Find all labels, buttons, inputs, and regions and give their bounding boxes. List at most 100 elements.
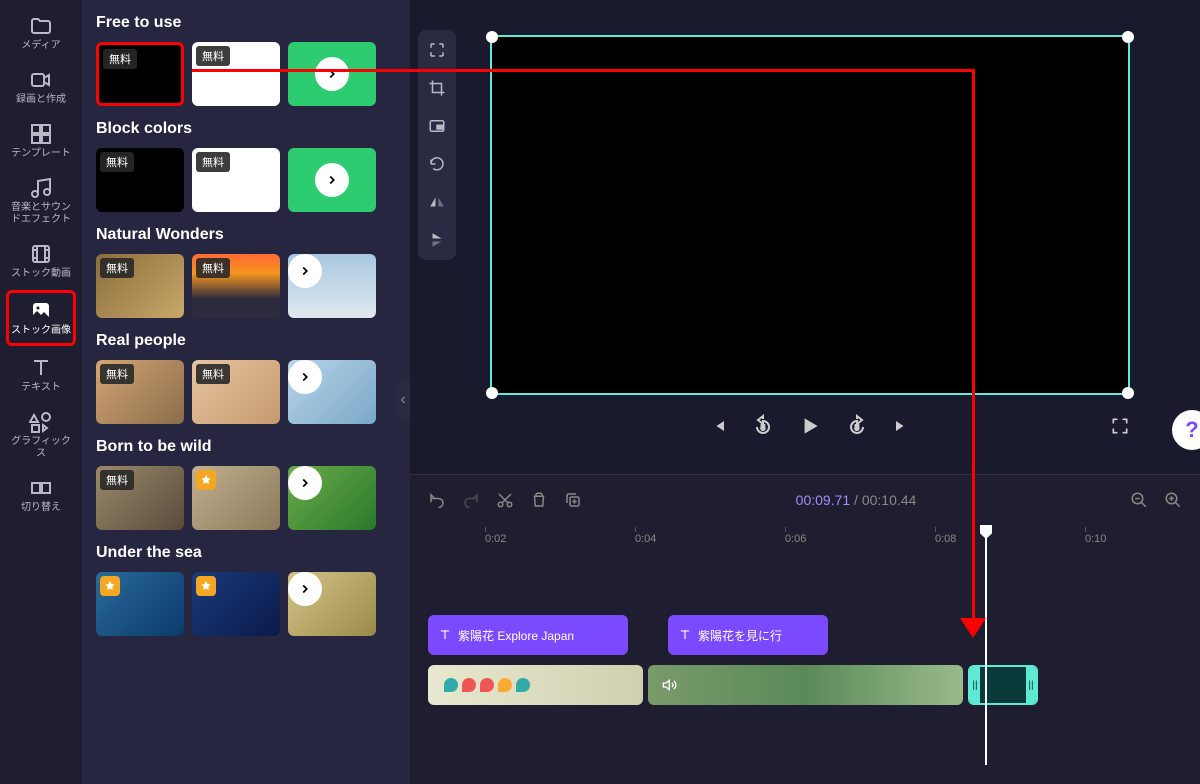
category-title: Real people	[96, 332, 396, 350]
flip-h-icon[interactable]	[425, 190, 449, 214]
forward-button[interactable]: 5	[845, 414, 869, 438]
fit-icon[interactable]	[425, 38, 449, 62]
text-icon	[29, 356, 53, 380]
free-badge: 無料	[100, 258, 134, 278]
resize-handle[interactable]	[486, 31, 498, 43]
cut-button[interactable]	[496, 491, 514, 509]
more-button[interactable]	[315, 163, 349, 197]
category-title: Block colors	[96, 120, 396, 138]
timeline-toolbar: 00:09.71 / 00:10.44	[410, 475, 1200, 525]
category-title: Born to be wild	[96, 438, 396, 456]
film-icon	[29, 242, 53, 266]
audio-icon	[662, 677, 678, 693]
preview-canvas[interactable]	[490, 35, 1130, 395]
more-button[interactable]	[288, 572, 322, 606]
stock-thumbnail[interactable]: 無料	[96, 466, 184, 530]
stock-panel: Free to use無料無料Block colors無料無料Natural W…	[82, 0, 410, 784]
main-area: 5 5 ? 00:09.71 / 00:10.44	[410, 0, 1200, 784]
sidebar-label: テンプレート	[11, 148, 71, 160]
sidebar-media[interactable]: メディア	[6, 8, 76, 58]
stock-thumbnail[interactable]	[96, 572, 184, 636]
ruler-tick: 0:06	[785, 533, 806, 545]
resize-handle[interactable]	[1122, 31, 1134, 43]
stock-thumbnail[interactable]: 無料	[192, 360, 280, 424]
stock-thumbnail[interactable]	[288, 148, 376, 212]
transition-icon	[29, 476, 53, 500]
delete-button[interactable]	[530, 491, 548, 509]
help-button[interactable]: ?	[1172, 410, 1200, 450]
stock-thumbnail[interactable]: 無料	[96, 360, 184, 424]
current-time: 00:09.71	[796, 492, 851, 508]
premium-badge	[100, 576, 120, 596]
premium-badge	[196, 470, 216, 490]
ruler-tick: 0:08	[935, 533, 956, 545]
crop-icon[interactable]	[425, 76, 449, 100]
text-icon	[678, 628, 692, 642]
timeline-tracks[interactable]: 紫陽花 Explore Japan 紫陽花を見に行 ||	[410, 555, 1200, 784]
stock-thumbnail[interactable]	[192, 466, 280, 530]
play-button[interactable]	[797, 413, 823, 439]
timeline-ruler[interactable]: 0:02 0:04 0:06 0:08 0:10 0:12	[410, 525, 1200, 555]
undo-button[interactable]	[428, 491, 446, 509]
fullscreen-button[interactable]	[1110, 416, 1130, 436]
rotate-icon[interactable]	[425, 152, 449, 176]
sidebar-music[interactable]: 音楽とサウンドエフェクト	[6, 170, 76, 232]
sidebar-text[interactable]: テキスト	[6, 350, 76, 400]
sidebar-stock-video[interactable]: ストック動画	[6, 236, 76, 286]
collapse-panel[interactable]: ‹	[396, 380, 410, 420]
selected-clip[interactable]: || ||	[968, 665, 1038, 705]
redo-button[interactable]	[462, 491, 480, 509]
clip-trim-right[interactable]: ||	[1026, 667, 1036, 703]
text-clip[interactable]: 紫陽花 Explore Japan	[428, 615, 628, 655]
stock-thumbnail[interactable]	[288, 466, 376, 530]
stock-thumbnail[interactable]: 無料	[96, 148, 184, 212]
sidebar-label: 録画と作成	[16, 94, 66, 106]
flip-v-icon[interactable]	[425, 228, 449, 252]
stock-thumbnail[interactable]	[288, 572, 376, 636]
category-title: Free to use	[96, 14, 396, 32]
text-clip[interactable]: 紫陽花を見に行	[668, 615, 828, 655]
ruler-tick: 0:10	[1085, 533, 1106, 545]
video-clip[interactable]	[648, 665, 963, 705]
sidebar-label: メディア	[21, 40, 60, 52]
next-frame-button[interactable]	[891, 416, 911, 436]
pip-icon[interactable]	[425, 114, 449, 138]
sidebar-templates[interactable]: テンプレート	[6, 116, 76, 166]
zoom-in-button[interactable]	[1164, 491, 1182, 509]
stock-thumbnail[interactable]: 無料	[96, 42, 184, 106]
free-badge: 無料	[196, 258, 230, 278]
sidebar-stock-image[interactable]: ストック画像	[6, 290, 76, 346]
free-badge: 無料	[196, 152, 230, 172]
clip-trim-left[interactable]: ||	[970, 667, 980, 703]
sidebar-transition[interactable]: 切り替え	[6, 470, 76, 520]
resize-handle[interactable]	[486, 387, 498, 399]
sidebar-record[interactable]: 録画と作成	[6, 62, 76, 112]
stock-thumbnail[interactable]	[288, 360, 376, 424]
stock-thumbnail[interactable]	[288, 42, 376, 106]
prev-frame-button[interactable]	[709, 416, 729, 436]
timeline-time: 00:09.71 / 00:10.44	[796, 492, 917, 508]
free-badge: 無料	[100, 152, 134, 172]
clip-label: 紫陽花 Explore Japan	[458, 627, 574, 644]
stock-thumbnail[interactable]: 無料	[192, 254, 280, 318]
rewind-button[interactable]: 5	[751, 414, 775, 438]
stock-thumbnail[interactable]	[192, 572, 280, 636]
more-button[interactable]	[288, 466, 322, 500]
playhead[interactable]	[985, 525, 987, 765]
folder-icon	[29, 14, 53, 38]
ruler-tick: 0:04	[635, 533, 656, 545]
stock-thumbnail[interactable]: 無料	[192, 42, 280, 106]
category-title: Natural Wonders	[96, 226, 396, 244]
resize-handle[interactable]	[1122, 387, 1134, 399]
free-badge: 無料	[196, 364, 230, 384]
more-button[interactable]	[315, 57, 349, 91]
duplicate-button[interactable]	[564, 491, 582, 509]
stock-thumbnail[interactable]: 無料	[192, 148, 280, 212]
more-button[interactable]	[288, 360, 322, 394]
sidebar-graphics[interactable]: グラフィックス	[6, 404, 76, 466]
video-clip[interactable]	[428, 665, 643, 705]
stock-thumbnail[interactable]: 無料	[96, 254, 184, 318]
more-button[interactable]	[288, 254, 322, 288]
zoom-out-button[interactable]	[1130, 491, 1148, 509]
stock-thumbnail[interactable]	[288, 254, 376, 318]
